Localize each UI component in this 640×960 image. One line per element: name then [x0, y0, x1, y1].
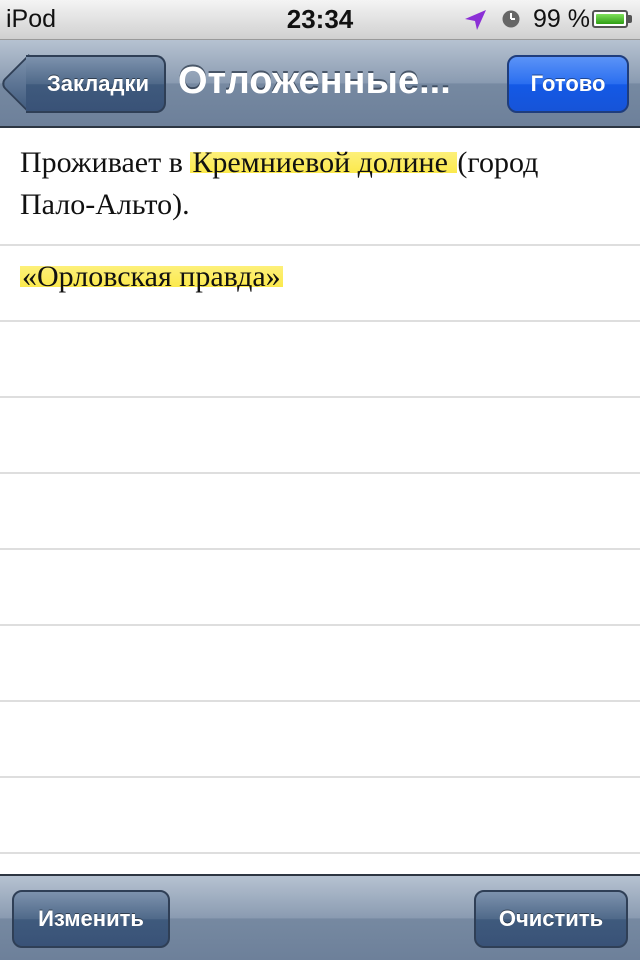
text-plain: Проживает в — [20, 146, 191, 179]
list-item-text: «Орловская правда» — [0, 246, 640, 298]
edit-button[interactable]: Изменить — [12, 890, 170, 948]
page-title: Отложенные... — [178, 60, 451, 102]
list-item[interactable]: «Орловская правда» — [0, 246, 640, 322]
empty-row — [0, 474, 640, 550]
bookmarks-back-button[interactable]: Закладки — [26, 55, 166, 113]
empty-row — [0, 702, 640, 778]
empty-row — [0, 626, 640, 702]
list-item-text: Проживает в Кремниевой долине (город Пал… — [0, 128, 640, 226]
empty-row — [0, 550, 640, 626]
status-bar: iPod 23:34 99 % — [0, 0, 640, 40]
highlighted-text: «Орловская правда» — [20, 260, 283, 293]
battery-level-fill — [596, 14, 624, 24]
battery-percent: 99 % — [533, 5, 590, 33]
alarm-clock-icon — [502, 10, 520, 28]
bottom-toolbar: Изменить Очистить — [0, 874, 640, 960]
done-button[interactable]: Готово — [507, 55, 629, 113]
battery-icon — [592, 10, 628, 28]
empty-row — [0, 778, 640, 854]
location-arrow-icon — [465, 10, 486, 30]
navigation-bar: Закладки Отложенные... Готово — [0, 40, 640, 128]
list-item[interactable]: Проживает в Кремниевой долине (город Пал… — [0, 128, 640, 246]
clear-button[interactable]: Очистить — [474, 890, 628, 948]
empty-row — [0, 322, 640, 398]
empty-row — [0, 854, 640, 874]
saved-items-list: Проживает в Кремниевой долине (город Пал… — [0, 128, 640, 874]
highlighted-text: Кремниевой долине — [190, 146, 458, 179]
battery-cap — [628, 15, 632, 23]
empty-row — [0, 398, 640, 474]
